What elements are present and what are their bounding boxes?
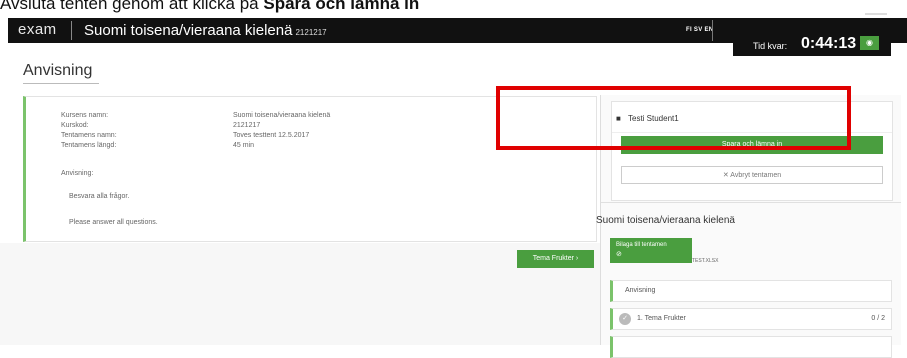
course-code-label: Kurskod: [61,122,89,129]
attachment-button[interactable]: Bilaga till tentamen ⊘ [610,238,692,263]
exam-name-label: Tentamens namn: [61,132,117,139]
exam-title: Suomi toisena/vieraana kielenä 2121217 [84,22,327,39]
course-code-value: 2121217 [233,122,261,129]
logo-divider [71,21,72,40]
title-underline [23,83,99,84]
caption-text: Avsluta tenten genom att klicka på [0,0,259,13]
caption-bold: Spara och lämna in [263,0,420,13]
eye-off-icon[interactable]: ◉ [860,36,879,50]
sidebar-item-label: 1. Tema Frukter [637,315,686,322]
language-switcher[interactable]: FI SV EN [686,27,713,33]
language-divider [712,20,713,41]
instruction-english: Please answer all questions. [69,219,158,226]
sidebar-divider [601,202,901,203]
sidebar-item-instructions[interactable]: Anvisning [610,280,892,302]
next-section-button[interactable]: Tema Frukter › [517,250,594,268]
sidebar-course-name: Suomi toisena/vieraana kielenä [596,215,735,226]
exam-course-code: 2121217 [295,28,327,37]
exam-logo: exam [18,21,57,38]
check-circle-icon: ✓ [619,313,631,325]
sidebar-item-count: 0 / 2 [871,315,885,322]
content-footer [0,243,604,345]
sidebar-item-section-1[interactable]: ✓ 1. Tema Frukter 0 / 2 [610,308,892,330]
page-title: Anvisning [23,62,93,79]
exam-length-value: 45 min [233,142,255,149]
timer-value: 0:44:13 [801,35,857,52]
sidebar-item-partial[interactable] [610,336,892,358]
exam-name-value: Toves testtent 12.5.2017 [233,132,310,139]
attachment-label: Bilaga till tentamen [616,242,667,248]
instruction-caption: Avsluta tenten genom att klicka på Spara… [0,0,419,16]
timer-label: Tid kvar: [753,41,788,51]
scroll-hint [865,13,887,15]
instruction-swedish: Besvara alla frågor. [69,193,130,200]
chevron-right-icon: › [575,255,579,262]
timer-panel: Tid kvar: 0:44:13 ◉ [733,34,891,56]
sidebar-item-label: Anvisning [625,287,656,294]
next-section-label: Tema Frukter [532,255,574,262]
cancel-exam-button[interactable]: ✕ Avbryt tentamen [621,166,883,184]
exam-length-label: Tentamens längd: [61,142,117,149]
cancel-exam-label: Avbryt tentamen [730,172,782,179]
instructions-label: Anvisning: [61,170,94,177]
highlight-box [496,86,851,150]
close-icon: ✕ [722,172,729,179]
paperclip-icon: ⊘ [616,251,622,258]
exam-title-text: Suomi toisena/vieraana kielenä [84,22,293,39]
course-name-value: Suomi toisena/vieraana kielenä [233,112,331,119]
attachment-filename[interactable]: TEST.XLSX [692,258,718,264]
course-name-label: Kursens namn: [61,112,109,119]
